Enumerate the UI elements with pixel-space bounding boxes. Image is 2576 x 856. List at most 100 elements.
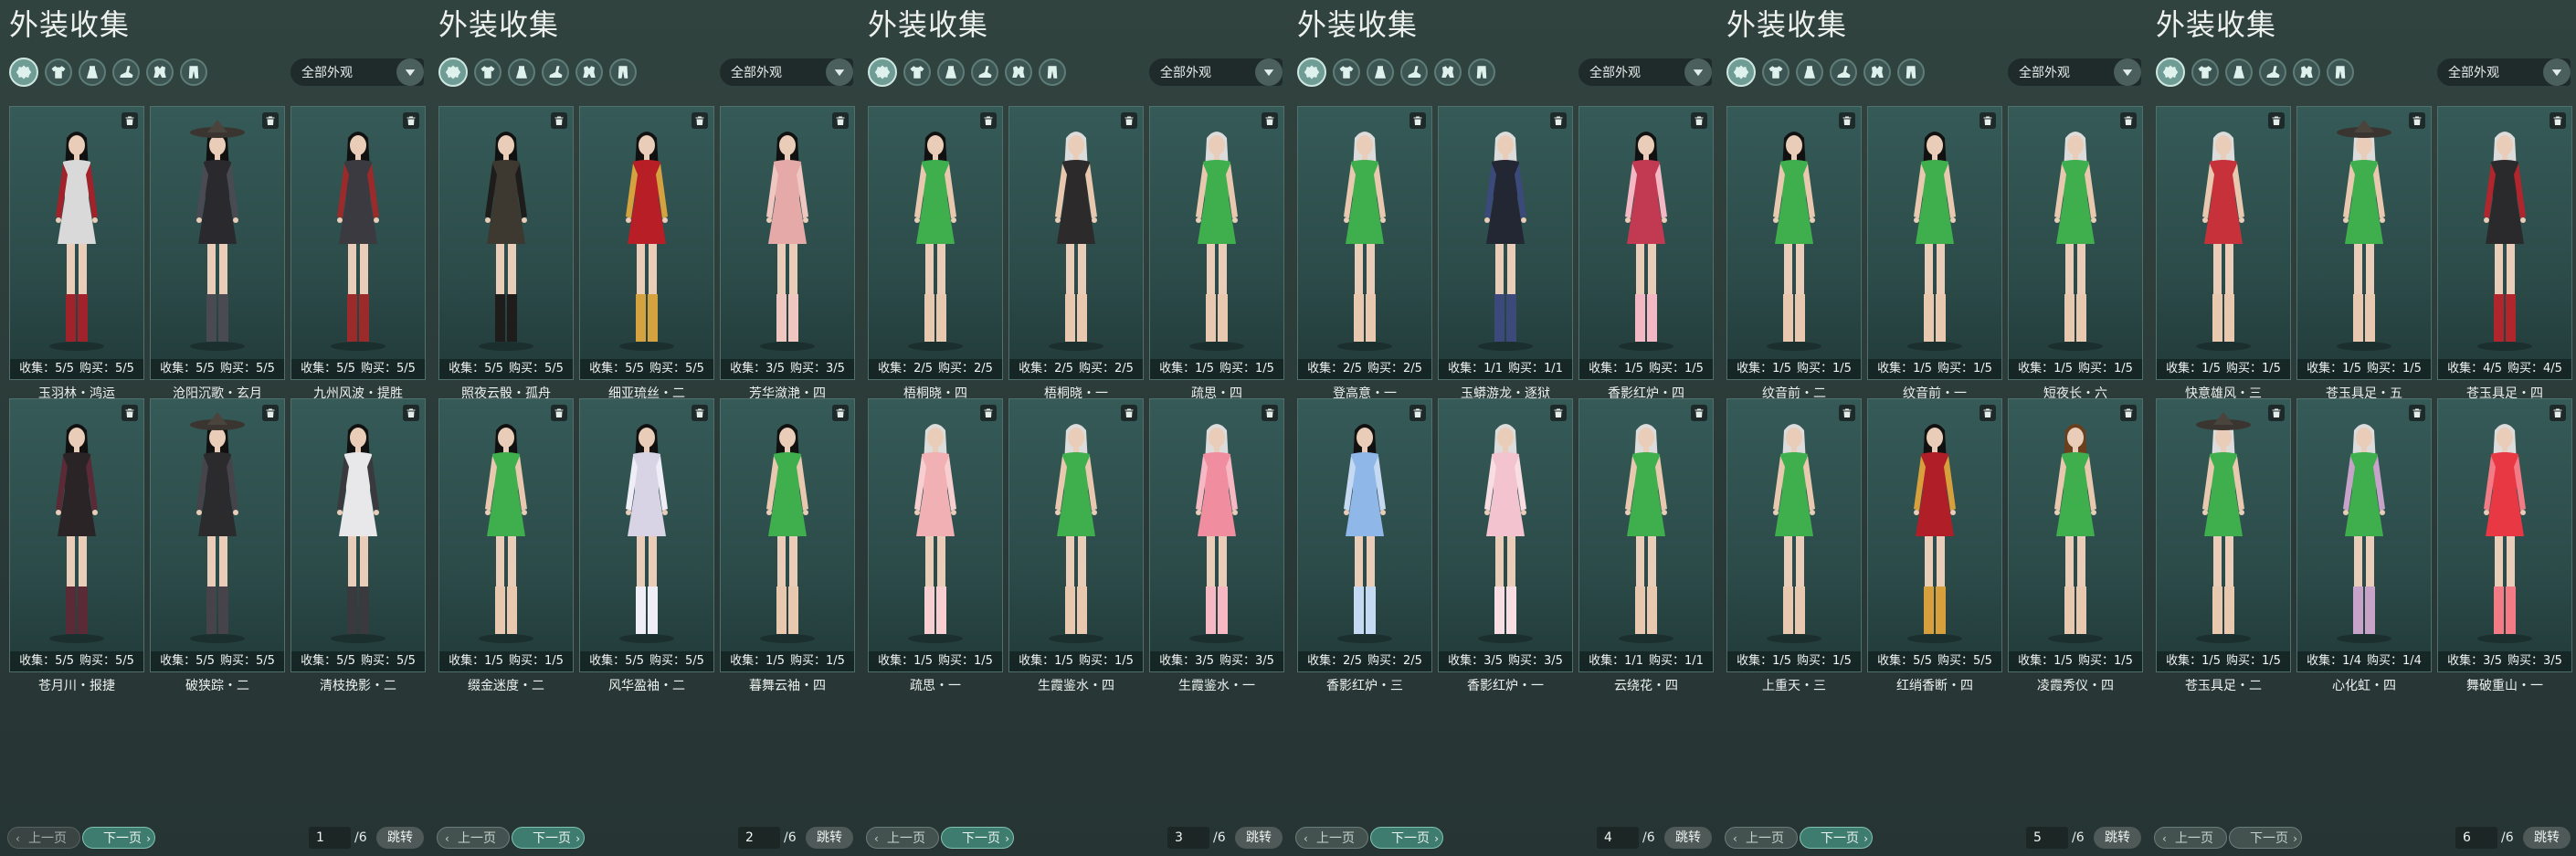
trash-icon[interactable] [692, 405, 708, 421]
next-page-button[interactable]: 下一页 › [1370, 827, 1443, 849]
tab-bottom[interactable] [2225, 58, 2253, 86]
trash-icon[interactable] [1409, 112, 1426, 129]
trash-icon[interactable] [1839, 112, 1855, 129]
tab-accessory[interactable] [1005, 58, 1032, 86]
outfit-card[interactable]: 收集：3/5 购买：3/5 [1149, 398, 1284, 672]
tab-top[interactable] [474, 58, 501, 86]
trash-icon[interactable] [1691, 405, 1707, 421]
outfit-card[interactable]: 收集：1/5 购买：1/5 [1726, 398, 1862, 672]
outfit-card[interactable]: 收集：1/5 购买：1/5 [1867, 106, 2002, 380]
tab-top[interactable] [45, 58, 72, 86]
tab-bottom[interactable] [937, 58, 965, 86]
prev-page-button[interactable]: ‹ 上一页 [2154, 827, 2227, 849]
trash-icon[interactable] [1980, 405, 1996, 421]
tab-bottom[interactable] [1796, 58, 1823, 86]
outfit-card[interactable]: 收集：5/5 购买：5/5 [9, 106, 144, 380]
page-number-input[interactable]: 5 [2026, 827, 2068, 849]
dropdown-arrow[interactable] [2114, 58, 2141, 86]
outfit-card[interactable]: 收集：1/5 购买：1/5 [1008, 398, 1144, 672]
tab-bottom[interactable] [508, 58, 535, 86]
outfit-card[interactable]: 收集：1/5 购买：1/5 [2156, 398, 2291, 672]
jump-button[interactable]: 跳转 [2094, 827, 2141, 849]
prev-page-button[interactable]: ‹ 上一页 [1295, 827, 1368, 849]
outfit-card[interactable]: 收集：2/5 购买：2/5 [1008, 106, 1144, 380]
outfit-card[interactable]: 收集：2/5 购买：2/5 [1297, 106, 1432, 380]
tab-accessory[interactable] [1434, 58, 1462, 86]
appearance-filter-select[interactable]: 全部外观 [1149, 58, 1283, 86]
tab-pants[interactable] [1468, 58, 1495, 86]
outfit-card[interactable]: 收集：1/5 购买：1/5 [1149, 106, 1284, 380]
trash-icon[interactable] [2268, 112, 2285, 129]
page-number-input[interactable]: 1 [309, 827, 351, 849]
next-page-button[interactable]: 下一页 › [82, 827, 155, 849]
trash-icon[interactable] [1121, 112, 1137, 129]
outfit-card[interactable]: 收集：5/5 购买：5/5 [290, 106, 426, 380]
prev-page-button[interactable]: ‹ 上一页 [437, 827, 510, 849]
tab-top[interactable] [1762, 58, 1789, 86]
outfit-card[interactable]: 收集：3/5 购买：3/5 [1438, 398, 1573, 672]
outfit-card[interactable]: 收集：5/5 购买：5/5 [1867, 398, 2002, 672]
appearance-filter-select[interactable]: 全部外观 [720, 58, 853, 86]
appearance-filter-select[interactable]: 全部外观 [290, 58, 424, 86]
jump-button[interactable]: 跳转 [1235, 827, 1283, 849]
tab-pants[interactable] [1897, 58, 1925, 86]
trash-icon[interactable] [2120, 405, 2137, 421]
dropdown-arrow[interactable] [1255, 58, 1283, 86]
trash-icon[interactable] [121, 112, 138, 129]
prev-page-button[interactable]: ‹ 上一页 [866, 827, 939, 849]
tab-accessory[interactable] [2293, 58, 2320, 86]
trash-icon[interactable] [1121, 405, 1137, 421]
trash-icon[interactable] [980, 112, 997, 129]
tab-shoes[interactable] [112, 58, 140, 86]
tab-bottom[interactable] [79, 58, 106, 86]
tab-all[interactable] [2156, 58, 2185, 87]
tab-pants[interactable] [180, 58, 207, 86]
trash-icon[interactable] [1839, 405, 1855, 421]
outfit-card[interactable]: 收集：1/5 购买：1/5 [1578, 106, 1714, 380]
tab-pants[interactable] [1039, 58, 1066, 86]
tab-all[interactable] [1726, 58, 1756, 87]
tab-pants[interactable] [609, 58, 637, 86]
outfit-card[interactable]: 收集：1/5 购买：1/5 [2008, 398, 2143, 672]
trash-icon[interactable] [1550, 112, 1567, 129]
jump-button[interactable]: 跳转 [806, 827, 853, 849]
outfit-card[interactable]: 收集：5/5 购买：5/5 [579, 106, 714, 380]
outfit-card[interactable]: 收集：5/5 购买：5/5 [438, 106, 574, 380]
tab-shoes[interactable] [2259, 58, 2286, 86]
trash-icon[interactable] [1980, 112, 1996, 129]
trash-icon[interactable] [980, 405, 997, 421]
outfit-card[interactable]: 收集：1/5 购买：1/5 [2296, 106, 2432, 380]
outfit-card[interactable]: 收集：1/5 购买：1/5 [2156, 106, 2291, 380]
prev-page-button[interactable]: ‹ 上一页 [7, 827, 80, 849]
outfit-card[interactable]: 收集：1/4 购买：1/4 [2296, 398, 2432, 672]
tab-shoes[interactable] [971, 58, 998, 86]
trash-icon[interactable] [692, 112, 708, 129]
outfit-card[interactable]: 收集：1/5 购买：1/5 [1726, 106, 1862, 380]
appearance-filter-select[interactable]: 全部外观 [2008, 58, 2141, 86]
outfit-card[interactable]: 收集：1/5 购买：1/5 [438, 398, 574, 672]
next-page-button[interactable]: 下一页 › [941, 827, 1014, 849]
dropdown-arrow[interactable] [2543, 58, 2571, 86]
trash-icon[interactable] [832, 112, 849, 129]
tab-top[interactable] [1333, 58, 1360, 86]
next-page-button[interactable]: 下一页 › [512, 827, 585, 849]
trash-icon[interactable] [2550, 405, 2566, 421]
dropdown-arrow[interactable] [396, 58, 424, 86]
outfit-card[interactable]: 收集：1/1 购买：1/1 [1578, 398, 1714, 672]
trash-icon[interactable] [2409, 405, 2425, 421]
outfit-card[interactable]: 收集：5/5 购买：5/5 [579, 398, 714, 672]
tab-accessory[interactable] [575, 58, 603, 86]
page-number-input[interactable]: 2 [738, 827, 780, 849]
tab-shoes[interactable] [1830, 58, 1857, 86]
page-number-input[interactable]: 6 [2455, 827, 2497, 849]
trash-icon[interactable] [2120, 112, 2137, 129]
jump-button[interactable]: 跳转 [1664, 827, 1712, 849]
trash-icon[interactable] [832, 405, 849, 421]
tab-shoes[interactable] [542, 58, 569, 86]
outfit-card[interactable]: 收集：5/5 购买：5/5 [150, 398, 285, 672]
outfit-card[interactable]: 收集：3/5 购买：3/5 [720, 106, 855, 380]
next-page-button[interactable]: 下一页 › [1800, 827, 1873, 849]
outfit-card[interactable]: 收集：2/5 购买：2/5 [868, 106, 1003, 380]
trash-icon[interactable] [121, 405, 138, 421]
tab-all[interactable] [1297, 58, 1326, 87]
